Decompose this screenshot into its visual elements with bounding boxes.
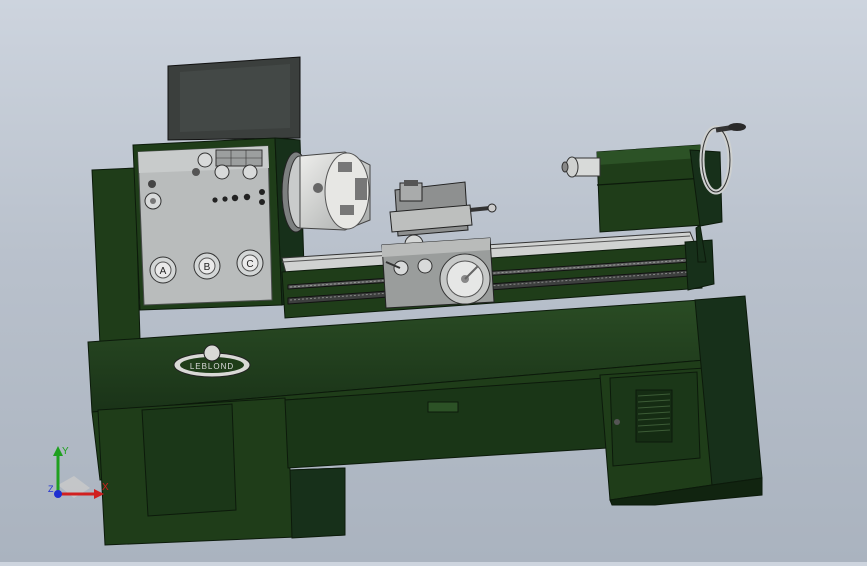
headstock: A B C [132, 137, 306, 311]
base-cabinet: LEBLOND [87, 295, 763, 546]
chuck [281, 151, 371, 233]
carriage [381, 180, 497, 309]
model-shape [222, 196, 228, 202]
model-shape [150, 198, 156, 204]
coordinate-triad: Y X Z [44, 440, 114, 510]
z-axis-arrow [54, 490, 62, 498]
model-shape [289, 467, 346, 539]
model-shape [197, 152, 213, 168]
model-shape [313, 183, 323, 193]
model-shape [214, 164, 230, 180]
model-shape [393, 260, 409, 276]
model-shape [259, 189, 265, 195]
model-shape [192, 168, 200, 176]
model-shape [487, 203, 497, 213]
left-column [91, 167, 141, 346]
drawer-handle[interactable] [427, 401, 459, 413]
triad-x-label: X [102, 482, 109, 493]
triad-z-label: Z [48, 484, 54, 494]
model-shape [635, 389, 673, 443]
vent-grille [635, 389, 673, 443]
selector-knob-b[interactable]: B [193, 252, 221, 280]
knob-b-label: B [204, 262, 211, 273]
lathe-model[interactable]: A B C LEBLOND [0, 0, 867, 562]
model-shape [355, 178, 367, 200]
model-shape [469, 206, 491, 212]
knob-c-label: C [246, 259, 253, 270]
apron-handwheel[interactable] [439, 253, 491, 305]
model-shape [231, 194, 239, 202]
model-shape [148, 180, 156, 188]
model-shape [728, 123, 746, 131]
model-shape [404, 180, 418, 186]
model-shape [243, 193, 251, 201]
triad-y-label: Y [62, 446, 69, 457]
model-shape [203, 344, 221, 362]
selector-knob-c[interactable]: C [236, 249, 264, 277]
model-shape [212, 197, 218, 203]
model-shape [259, 199, 265, 205]
model-shape [574, 157, 601, 177]
model-shape [180, 64, 290, 132]
selector-knob-a[interactable]: A [149, 256, 177, 284]
model-shape [614, 419, 620, 425]
model-shape [242, 164, 258, 180]
model-shape [338, 162, 352, 172]
model-shape [417, 258, 433, 274]
knob-a-label: A [160, 266, 167, 277]
model-shape [141, 403, 237, 517]
nameplate-text: LEBLOND [190, 362, 234, 371]
model-shape [340, 205, 354, 215]
model-shape [561, 161, 569, 173]
model-viewport[interactable]: A B C LEBLOND [0, 0, 867, 562]
